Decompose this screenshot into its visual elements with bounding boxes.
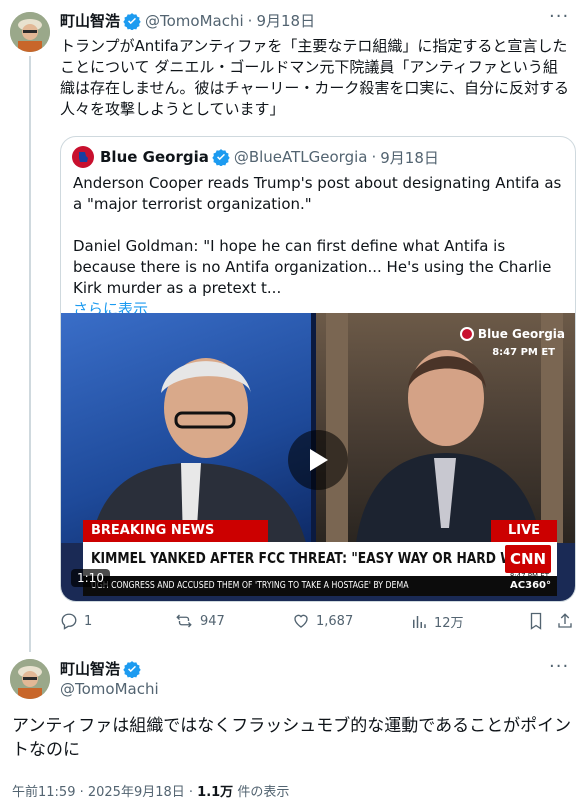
quoted-author-avatar bbox=[72, 146, 94, 168]
share-button[interactable] bbox=[556, 612, 580, 630]
post-text: トランプがAntifaアンティファを「主要なテロ組織」に指定すると宣言したことに… bbox=[60, 37, 569, 118]
view-count-label: 件の表示 bbox=[233, 785, 290, 800]
verified-badge-icon bbox=[123, 12, 141, 30]
view-count-value: 1.1万 bbox=[197, 785, 234, 800]
reply-author-name[interactable]: 町山智浩 bbox=[60, 658, 120, 679]
video-watermark: Blue Georgia bbox=[459, 327, 565, 341]
separator-dot: · bbox=[247, 11, 253, 30]
quoted-author-name: Blue Georgia bbox=[100, 148, 209, 166]
reply-author-handle-row: @TomoMachi bbox=[56, 680, 159, 698]
engagement-bar: 1 947 1,687 12万 bbox=[60, 612, 576, 636]
quoted-paragraph: Anderson Cooper reads Trump's post about… bbox=[73, 174, 562, 213]
post-date[interactable]: 9月18日 bbox=[256, 10, 315, 31]
breaking-news-banner: BREAKING NEWS bbox=[83, 520, 268, 542]
verified-badge-icon bbox=[123, 660, 141, 678]
play-icon bbox=[310, 449, 328, 471]
video-duration: 1:10 bbox=[71, 569, 110, 587]
author-name[interactable]: 町山智浩 bbox=[60, 10, 120, 31]
chyron: KIMMEL YANKED AFTER FCC THREAT: "EASY WA… bbox=[83, 542, 557, 580]
bookmark-icon bbox=[530, 612, 542, 630]
post-timestamp[interactable]: 午前11:59 · 2025年9月18日 · bbox=[12, 785, 197, 800]
reply-button[interactable]: 1 bbox=[60, 612, 92, 630]
chyron-headline: KIMMEL YANKED AFTER FCC THREAT: "EASY WA… bbox=[91, 549, 537, 567]
repost-button[interactable]: 947 bbox=[174, 612, 225, 630]
verified-badge-icon bbox=[212, 149, 230, 166]
program-brand: AC360° bbox=[506, 580, 551, 591]
like-count: 1,687 bbox=[316, 613, 354, 629]
reply-author-handle[interactable]: @TomoMachi bbox=[60, 680, 159, 698]
live-badge: LIVE bbox=[491, 520, 557, 542]
quoted-author-handle: @BlueATLGeorgia bbox=[233, 148, 368, 166]
share-icon bbox=[558, 613, 572, 628]
reply-count: 1 bbox=[84, 613, 93, 629]
reply-author-name-row: 町山智浩 bbox=[60, 658, 141, 679]
author-avatar[interactable] bbox=[10, 12, 50, 52]
like-button[interactable]: 1,687 bbox=[292, 612, 353, 630]
video-player[interactable]: Blue Georgia 8:47 PM ET BREAKING NEWS LI… bbox=[61, 313, 575, 601]
post-metadata: 午前11:59 · 2025年9月18日 · 1.1万 件の表示 bbox=[12, 781, 289, 800]
avatar-image bbox=[10, 12, 50, 52]
more-options-icon[interactable]: ··· bbox=[549, 656, 569, 677]
reply-icon bbox=[61, 613, 77, 630]
ticker-bar: UGH CONGRESS AND ACCUSED THEM OF 'TRYING… bbox=[83, 576, 557, 596]
author-header: 町山智浩 @TomoMachi · 9月18日 bbox=[60, 10, 315, 31]
broadcast-time: 8:47 PM ET bbox=[492, 347, 555, 358]
quoted-post-card[interactable]: Blue Georgia @BlueATLGeorgia · 9月18日 And… bbox=[60, 136, 576, 602]
anchor-figure bbox=[91, 358, 306, 543]
avatar-image bbox=[10, 659, 50, 699]
quoted-post-header: Blue Georgia @BlueATLGeorgia · 9月18日 bbox=[72, 146, 439, 168]
views-button[interactable]: 12万 bbox=[410, 612, 464, 631]
heart-icon bbox=[294, 614, 308, 628]
quoted-paragraph: Daniel Goldman: "I hope he can first def… bbox=[73, 237, 552, 297]
reply-author-avatar[interactable] bbox=[10, 659, 50, 699]
quoted-post-date: 9月18日 bbox=[380, 148, 439, 167]
author-handle[interactable]: @TomoMachi bbox=[145, 12, 244, 30]
repost-count: 947 bbox=[200, 613, 225, 629]
video-left-panel bbox=[61, 313, 311, 543]
watermark-text: Blue Georgia bbox=[477, 327, 565, 341]
thread-line bbox=[29, 56, 31, 652]
watermark-logo-icon bbox=[459, 327, 474, 341]
ticker-text: UGH CONGRESS AND ACCUSED THEM OF 'TRYING… bbox=[91, 580, 409, 591]
view-count: 12万 bbox=[434, 616, 464, 631]
reply-post-text: アンティファは組織ではなくフラッシュモブ的な運動であることがポイントなのに bbox=[12, 716, 572, 760]
bookmark-button[interactable] bbox=[528, 612, 550, 630]
separator-dot: · bbox=[371, 148, 377, 166]
georgia-map-icon bbox=[79, 152, 88, 162]
repost-icon bbox=[176, 614, 192, 628]
quoted-post-body: Anderson Cooper reads Trump's post about… bbox=[73, 173, 569, 320]
cnn-logo: CNN bbox=[505, 545, 551, 573]
play-button[interactable] bbox=[288, 430, 348, 490]
more-options-icon[interactable]: ··· bbox=[549, 6, 569, 27]
analytics-icon bbox=[413, 615, 426, 628]
